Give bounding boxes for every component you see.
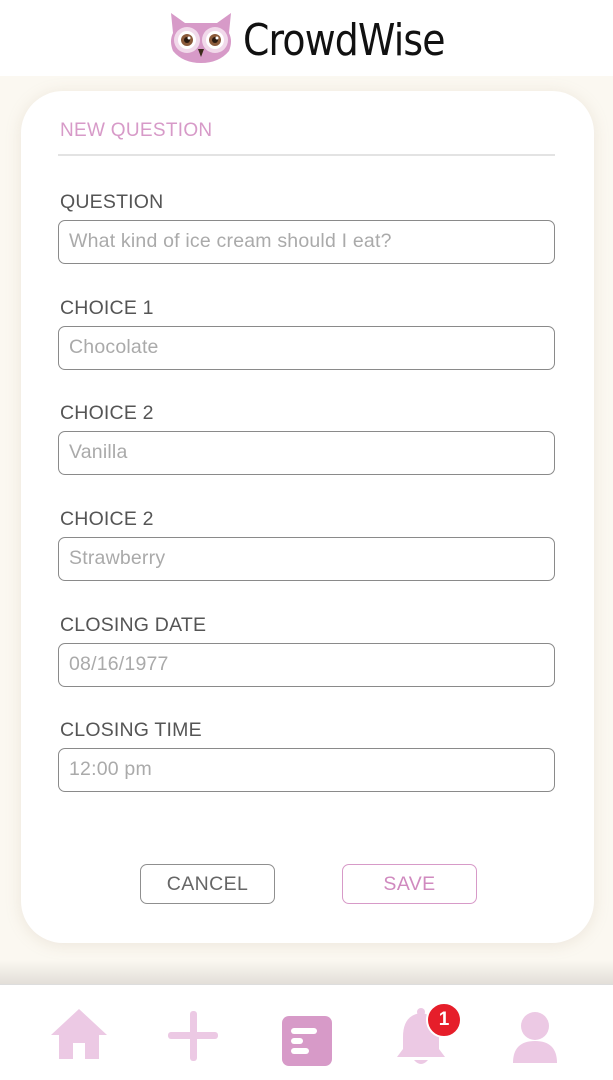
title-divider: [58, 154, 555, 156]
choice-1-input[interactable]: Chocolate: [58, 326, 555, 370]
new-question-card: NEW QUESTION QUESTION What kind of ice c…: [21, 91, 594, 943]
home-icon: [51, 1009, 107, 1059]
nav-new-question[interactable]: [161, 1005, 225, 1069]
closing-date-field: CLOSING DATE 08/16/1977: [58, 613, 555, 687]
notification-badge: 1: [426, 1002, 462, 1038]
save-button[interactable]: SAVE: [342, 864, 477, 904]
app-name: CrowdWise: [242, 14, 445, 66]
nav-home[interactable]: [47, 1005, 111, 1069]
choice-1-label: CHOICE 1: [60, 297, 154, 319]
choice-2-input[interactable]: Vanilla: [58, 431, 555, 475]
closing-time-field: CLOSING TIME 12:00 pm: [58, 718, 555, 792]
question-input[interactable]: What kind of ice cream should I eat?: [58, 220, 555, 264]
app-header: CrowdWise: [0, 0, 613, 76]
closing-date-input[interactable]: 08/16/1977: [58, 643, 555, 687]
question-field: QUESTION What kind of ice cream should I…: [58, 190, 555, 264]
choice-3-label: CHOICE 2: [60, 508, 154, 530]
nav-questions[interactable]: [275, 1005, 339, 1069]
plus-icon: [168, 1011, 218, 1061]
choice-2-field: CHOICE 2 Vanilla: [58, 401, 555, 475]
choice-3-input[interactable]: Strawberry: [58, 537, 555, 581]
question-label: QUESTION: [60, 191, 164, 213]
closing-time-input[interactable]: 12:00 pm: [58, 748, 555, 792]
owl-logo-icon: [165, 11, 237, 70]
user-icon: [513, 1012, 557, 1063]
questions-icon: [282, 1016, 332, 1066]
bottom-nav: [0, 984, 613, 1080]
nav-profile[interactable]: [503, 1005, 567, 1069]
closing-time-label: CLOSING TIME: [60, 719, 202, 741]
choice-3-field: CHOICE 2 Strawberry: [58, 507, 555, 581]
logo: CrowdWise: [165, 11, 449, 70]
cancel-button[interactable]: CANCEL: [140, 864, 275, 904]
closing-date-label: CLOSING DATE: [60, 614, 207, 636]
choice-1-field: CHOICE 1 Chocolate: [58, 296, 555, 370]
choice-2-label: CHOICE 2: [60, 402, 154, 424]
form-title: NEW QUESTION: [60, 120, 213, 141]
